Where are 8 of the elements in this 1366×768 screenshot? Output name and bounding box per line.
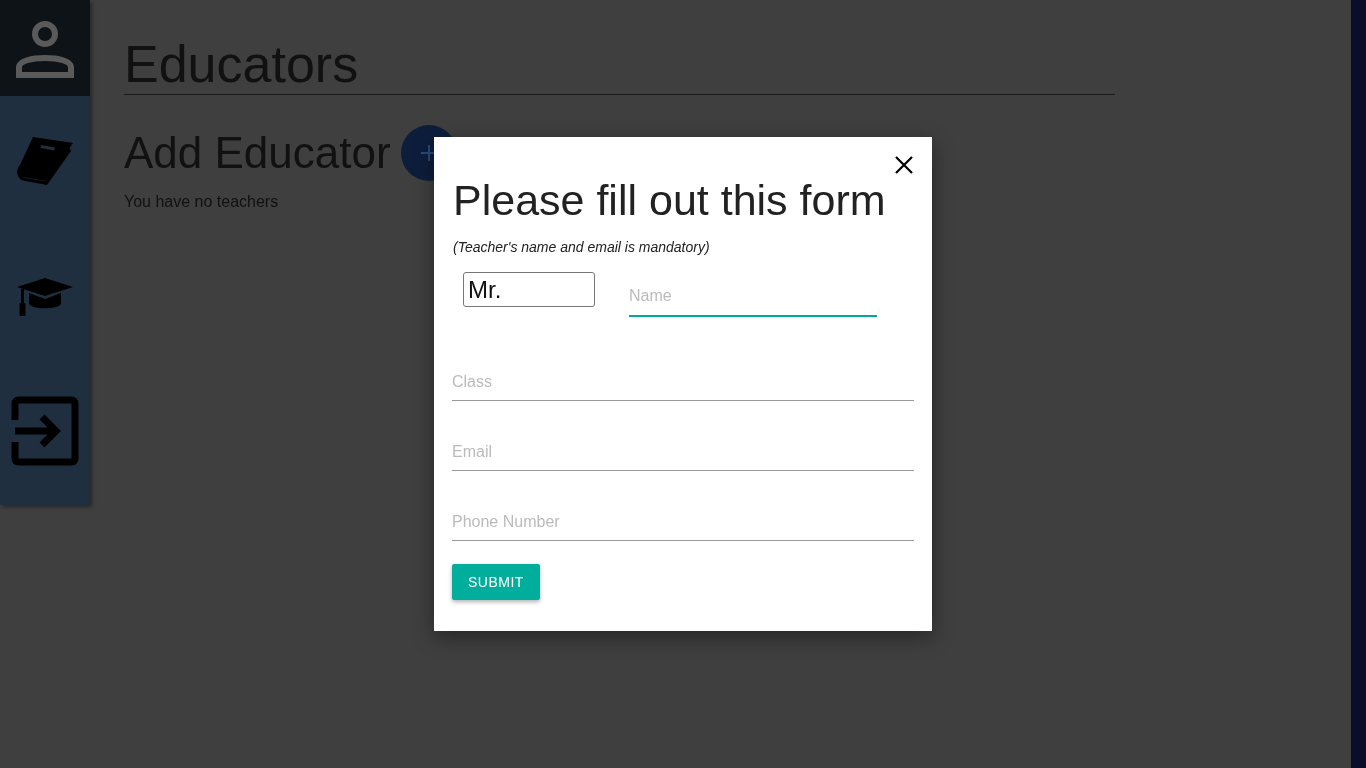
mandatory-note: (Teacher's name and email is mandatory)	[453, 239, 711, 255]
salutation-field[interactable]: Mr.	[463, 272, 595, 307]
close-button[interactable]	[894, 155, 914, 175]
form-title: Please fill out this form	[453, 175, 887, 225]
graduation-cap-icon	[16, 277, 74, 317]
sign-in-icon	[10, 396, 80, 466]
close-icon	[894, 155, 914, 175]
sidebar-item[interactable]	[0, 0, 90, 96]
